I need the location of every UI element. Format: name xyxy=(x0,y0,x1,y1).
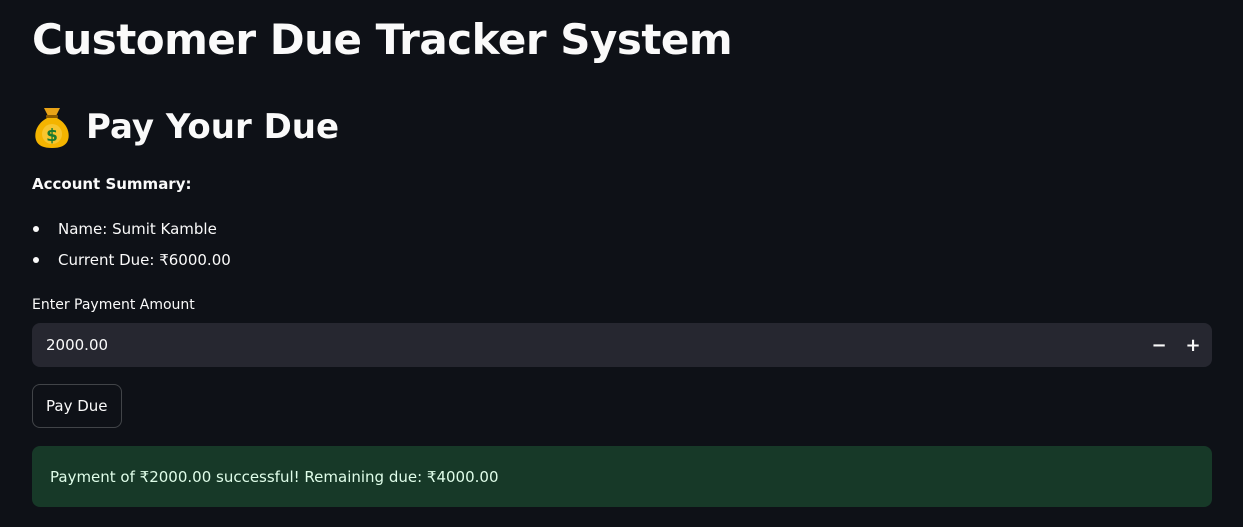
decrement-button[interactable]: − xyxy=(1142,323,1176,367)
account-summary-label: Account Summary: xyxy=(32,175,192,193)
payment-amount-label: Enter Payment Amount xyxy=(32,297,195,313)
payment-amount-input[interactable]: 2000.00 − + xyxy=(32,323,1212,367)
success-alert: Payment of ₹2000.00 successful! Remainin… xyxy=(32,446,1212,507)
summary-item-name: Name: Sumit Kamble xyxy=(32,217,231,241)
section-title-text: Pay Your Due xyxy=(86,107,340,147)
summary-item-current-due: Current Due: ₹6000.00 xyxy=(32,248,231,272)
success-message: Payment of ₹2000.00 successful! Remainin… xyxy=(50,467,499,486)
svg-text:$: $ xyxy=(46,126,58,146)
payment-amount-value[interactable]: 2000.00 xyxy=(46,323,1142,367)
money-bag-icon: $ xyxy=(32,104,72,150)
pay-due-button[interactable]: Pay Due xyxy=(32,384,122,428)
increment-button[interactable]: + xyxy=(1176,323,1210,367)
account-summary-list: Name: Sumit Kamble Current Due: ₹6000.00 xyxy=(32,217,231,279)
app-title: Customer Due Tracker System xyxy=(32,15,733,64)
section-title: $ Pay Your Due xyxy=(32,104,339,150)
